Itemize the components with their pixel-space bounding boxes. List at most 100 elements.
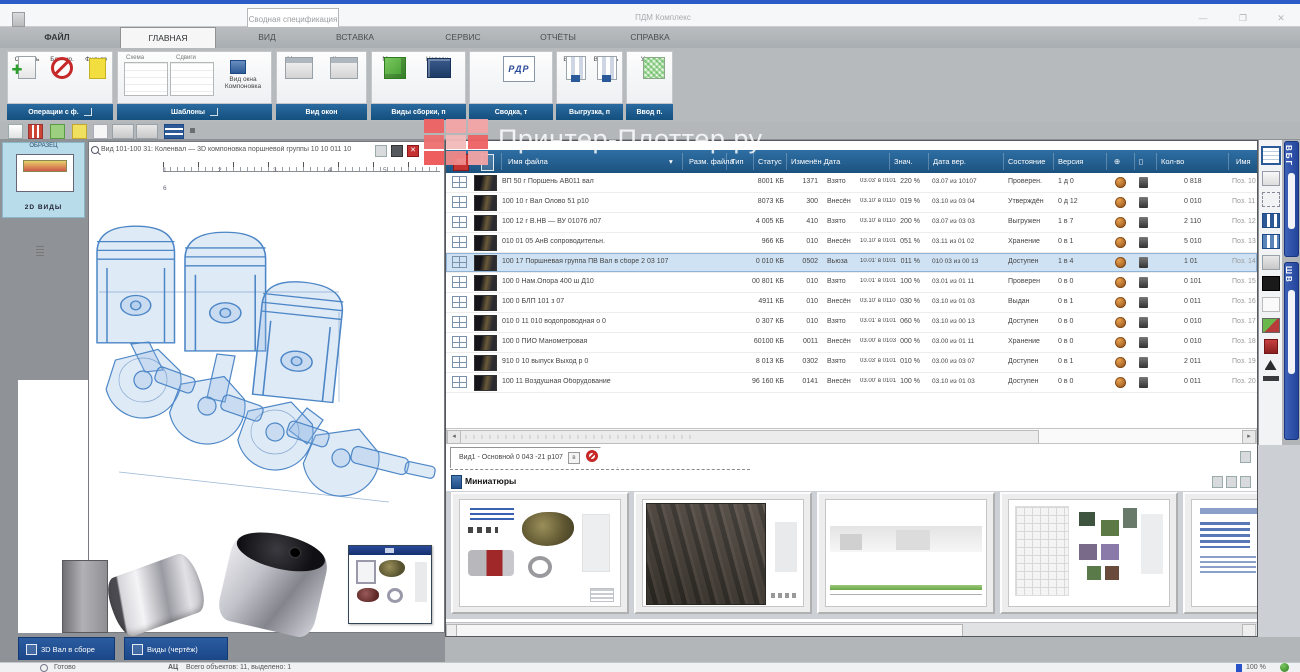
tab-1[interactable]: ВИД bbox=[232, 27, 302, 48]
quick-green-icon[interactable] bbox=[50, 124, 65, 139]
table-row[interactable]: 100 17 Поршневая группа ПВ Вал в сборе 2… bbox=[446, 253, 1257, 273]
block-button[interactable]: Блокир. bbox=[44, 56, 80, 63]
edge-tab-bar-1[interactable]: ВБГ bbox=[1284, 141, 1299, 257]
thumb-view-button-3[interactable] bbox=[1240, 476, 1251, 488]
thumbnail-scrollbar[interactable] bbox=[446, 622, 1257, 637]
dialog-launcher-icon[interactable] bbox=[210, 108, 218, 116]
selection-box-icon[interactable] bbox=[1262, 192, 1280, 207]
thumb-view-button-2[interactable] bbox=[1226, 476, 1237, 488]
edge-tab-bar-2[interactable]: ШВ bbox=[1284, 262, 1299, 440]
restore-button[interactable]: ❐ bbox=[1236, 12, 1250, 24]
scroll-left-button[interactable]: ◂ bbox=[447, 430, 461, 444]
thumbnail-5[interactable] bbox=[1183, 492, 1258, 614]
checkin-button[interactable]: Вернуть bbox=[589, 56, 623, 63]
layout-window-icon[interactable] bbox=[230, 60, 246, 74]
tab-5[interactable]: СПРАВКА bbox=[618, 27, 682, 48]
empty-box-icon[interactable] bbox=[1262, 297, 1280, 312]
sheet-tab-2[interactable]: Виды (чертёж) bbox=[124, 637, 228, 660]
thumb-view-button-1[interactable] bbox=[1212, 476, 1223, 488]
template-tile-2[interactable] bbox=[170, 62, 214, 96]
edge-slider[interactable] bbox=[1288, 290, 1295, 374]
col-modified[interactable]: Изменён Дата bbox=[791, 157, 840, 166]
col-version[interactable]: Версия bbox=[1058, 157, 1083, 166]
table-row[interactable]: 100 0 БЛП 101 з 07 4911 КБ 010 Внесён 03… bbox=[446, 293, 1257, 313]
quick-block-icon[interactable] bbox=[28, 124, 43, 139]
quick-yellow-icon[interactable] bbox=[72, 124, 87, 139]
sheet-tab-1[interactable]: 3D Вал в сборе bbox=[18, 637, 115, 660]
thumb-scroll-right[interactable] bbox=[1242, 624, 1256, 637]
table-row[interactable]: 010 01 05 АнВ сопроводительн. 966 КБ 010… bbox=[446, 233, 1257, 253]
thumb-scroll-thumb[interactable] bbox=[456, 624, 963, 637]
col-name2[interactable]: Имя bbox=[1236, 157, 1251, 166]
sheet-icon[interactable] bbox=[1262, 171, 1280, 186]
checkout-button[interactable]: Взять bbox=[555, 56, 589, 63]
dialog-launcher-icon[interactable] bbox=[84, 108, 92, 116]
table-header[interactable]: ФЛ Имя файла ▾ Разм. файла Тип Статус Из… bbox=[446, 150, 1257, 173]
tab-2[interactable]: ВСТАВКА bbox=[312, 27, 398, 48]
thumbnail-3[interactable] bbox=[817, 492, 995, 614]
table-row[interactable]: 100 10 г Вал Олово 51 р10 8073 КБ 300 Вн… bbox=[446, 193, 1257, 213]
scrollbar-thumb[interactable] bbox=[460, 430, 1039, 444]
quick-table-icon[interactable] bbox=[164, 124, 184, 139]
solid-square-icon[interactable] bbox=[1262, 276, 1280, 291]
quick-window2-icon[interactable] bbox=[136, 124, 158, 139]
col-name[interactable]: Имя файла bbox=[508, 157, 548, 166]
col-state[interactable]: Состояние bbox=[1008, 157, 1045, 166]
globe-column-icon[interactable]: ⊕ bbox=[1114, 157, 1120, 166]
floating-preview-window[interactable] bbox=[348, 545, 432, 624]
preview-column-icon[interactable] bbox=[481, 154, 494, 171]
close-button[interactable]: ✕ bbox=[1274, 12, 1288, 24]
table-row[interactable]: 910 0 10 выпуск Выход р 0 8 013 КБ 0302 … bbox=[446, 353, 1257, 373]
col-type[interactable]: Тип bbox=[731, 157, 744, 166]
no-view-icon[interactable] bbox=[586, 450, 598, 462]
col-status[interactable]: Статус bbox=[758, 157, 782, 166]
window-icon[interactable] bbox=[1262, 255, 1280, 270]
grid-view-icon[interactable] bbox=[1261, 146, 1281, 165]
quick-window-icon[interactable] bbox=[112, 124, 134, 139]
new-doc-button[interactable]: ✚Создать bbox=[9, 56, 45, 63]
table-row[interactable]: 100 11 Воздушная Оборудование 96 160 КБ … bbox=[446, 373, 1257, 393]
col-value[interactable]: Знач. bbox=[894, 157, 913, 166]
col-count[interactable]: Кол-во bbox=[1161, 157, 1184, 166]
col-verdate[interactable]: Дата вер. bbox=[933, 157, 966, 166]
tab-3[interactable]: СЕРВИС bbox=[428, 27, 498, 48]
inner-maximize-icon[interactable] bbox=[391, 145, 403, 157]
sort-arrow-icon[interactable]: ▾ bbox=[669, 157, 673, 166]
floating-window-button[interactable] bbox=[385, 548, 394, 553]
inner-minimize-icon[interactable] bbox=[375, 145, 387, 157]
report-button[interactable]: РДРОтчёт bbox=[494, 56, 530, 63]
mounted-button[interactable]: Навесн. bbox=[420, 56, 456, 63]
columns-alt-icon[interactable] bbox=[1262, 234, 1280, 249]
table-row[interactable]: 010 0 11 010 водопроводная о 0 0 307 КБ … bbox=[446, 313, 1257, 333]
flag-icon[interactable] bbox=[1264, 339, 1278, 354]
thumbnail-2[interactable] bbox=[634, 492, 812, 614]
thumbnail-1[interactable] bbox=[451, 492, 629, 614]
table-row[interactable]: 100 0 Нам.Опора 400 ш Д10 00 801 КБ 010 … bbox=[446, 273, 1257, 293]
template-tile-1[interactable] bbox=[124, 62, 168, 96]
thumbnail-4[interactable] bbox=[1000, 492, 1178, 614]
quick-page-icon[interactable] bbox=[93, 124, 108, 139]
cascade-windows-button[interactable]: Каскад панелей bbox=[323, 56, 363, 71]
tab-file[interactable]: ФАЙЛ bbox=[8, 27, 106, 48]
minimize-button[interactable]: — bbox=[1196, 12, 1210, 24]
columns-icon[interactable] bbox=[1262, 213, 1280, 228]
tab-active[interactable]: ГЛАВНАЯ bbox=[120, 27, 216, 48]
badge-column-icon[interactable]: ▯ bbox=[1139, 157, 1143, 166]
splitter-grip[interactable] bbox=[36, 246, 44, 256]
table-row[interactable]: ВП 50 г Поршень АВ011 вал 8001 КБ 1371 В… bbox=[446, 173, 1257, 193]
table-row[interactable]: 100 12 г В.НВ — ВУ 01076 л07 4 005 КБ 41… bbox=[446, 213, 1257, 233]
patterns-button[interactable]: Узоры… bbox=[632, 56, 668, 71]
dash-icon[interactable] bbox=[1263, 376, 1279, 381]
edge-slider[interactable] bbox=[1288, 173, 1295, 229]
filter-button[interactable]: Фильтр bbox=[78, 56, 114, 63]
scroll-right-button[interactable]: ▸ bbox=[1242, 430, 1256, 444]
zoom-level[interactable]: 100 % bbox=[1246, 664, 1266, 671]
checkout-column-icon[interactable]: ФЛ bbox=[453, 154, 469, 171]
floating-window-titlebar[interactable] bbox=[349, 546, 431, 555]
tile-windows-button[interactable]: Мозаика bbox=[280, 56, 320, 63]
preview-panel[interactable]: ОБРАЗЕЦ 2D ВИДЫ bbox=[2, 142, 85, 218]
layers-icon[interactable] bbox=[1262, 318, 1280, 333]
panel-corner-button[interactable] bbox=[1240, 451, 1251, 463]
quick-new-icon[interactable] bbox=[8, 124, 23, 139]
model-button[interactable]: Модель bbox=[376, 56, 412, 63]
